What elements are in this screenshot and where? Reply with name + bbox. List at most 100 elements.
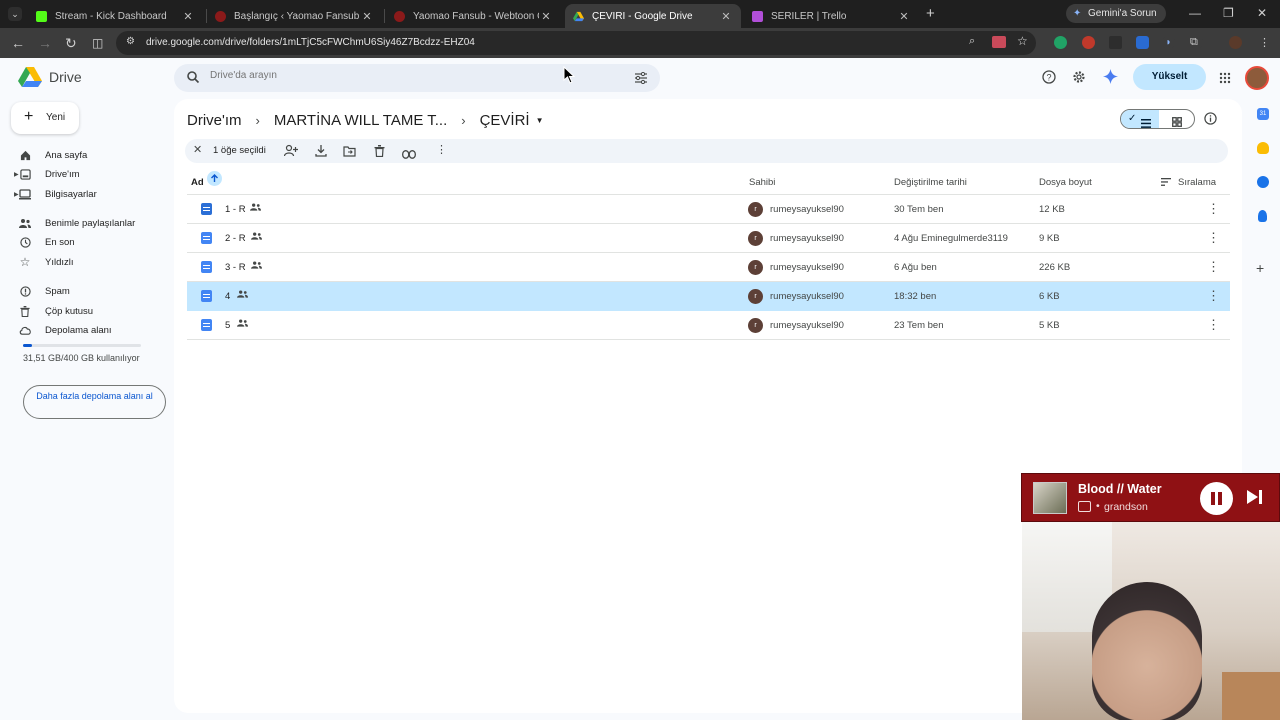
upgrade-button[interactable]: Yükselt [1133,64,1206,90]
list-view-button[interactable]: ✓ [1121,110,1159,128]
reload-icon[interactable]: ↻ [65,35,77,52]
nav-item-home[interactable]: Ana sayfa [17,147,167,163]
drive-logo-icon[interactable] [18,67,42,87]
zoom-icon[interactable]: ⌕ [969,35,975,48]
sort-button[interactable]: Sıralama [1178,177,1216,188]
close-tab-icon[interactable]: ✕ [897,10,911,23]
sort-ascending-arrow-icon[interactable] [207,171,222,186]
profile-avatar-icon[interactable] [1229,36,1242,49]
screen-share-icon[interactable] [992,36,1006,48]
more-actions-icon[interactable]: ⋮ [1207,230,1220,246]
expand-caret-icon[interactable]: ▶ [14,171,19,178]
file-name[interactable]: 5 [225,320,230,331]
column-header-modified[interactable]: Değiştirilme tarihi [894,177,967,188]
pause-button[interactable] [1200,482,1233,515]
nav-item-computers[interactable]: ▶ Bilgisayarlar [14,186,167,202]
drive-logo-text[interactable]: Drive [49,69,82,85]
column-header-size[interactable]: Dosya boyut [1039,177,1092,188]
download-icon[interactable] [315,144,327,162]
site-info-icon[interactable]: ⚙ [126,36,135,47]
folder-dropdown-caret-icon[interactable]: ▼ [536,116,544,125]
file-row[interactable]: 3 - R r rumeysayuksel90 6 Ağu ben 226 KB… [187,253,1230,282]
breadcrumb-current-folder[interactable]: ÇEVİRİ [480,112,530,129]
copy-link-icon[interactable] [402,146,416,164]
breadcrumb-parent-folder[interactable]: MARTİNA WILL TAME T... [274,112,447,129]
shield-extension-icon[interactable] [1136,36,1149,49]
chrome-menu-icon[interactable]: ⋮ [1259,36,1270,49]
column-header-owner[interactable]: Sahibi [749,177,775,188]
gemini-sparkle-icon[interactable] [1103,69,1118,89]
nav-item-recent[interactable]: En son [17,234,167,250]
close-window-icon[interactable]: ✕ [1257,6,1267,20]
sort-options-icon[interactable] [1161,178,1171,189]
close-tab-icon[interactable]: ✕ [539,10,553,23]
grid-view-icon[interactable] [1172,114,1182,128]
file-name[interactable]: 1 - R [225,204,246,215]
close-tab-icon[interactable]: ✕ [181,10,195,23]
file-row[interactable]: 2 - R r rumeysayuksel90 4 Ağu Eminegulme… [187,224,1230,253]
extension-icon[interactable] [1109,36,1122,49]
breadcrumb-my-drive[interactable]: Drive'ım [187,112,242,129]
more-actions-icon[interactable]: ⋮ [1207,317,1220,333]
bookmark-star-icon[interactable]: ☆ [1017,34,1028,48]
account-avatar[interactable] [1245,66,1269,90]
file-row[interactable]: 5 r rumeysayuksel90 23 Tem ben 5 KB ⋮ [187,311,1230,340]
tasks-icon[interactable] [1257,176,1269,188]
search-icon[interactable] [186,70,200,89]
browser-tab-drive[interactable]: ÇEVİRİ - Google Drive ✕ [565,4,741,28]
more-actions-icon[interactable]: ⋮ [1207,288,1220,304]
get-more-storage-button[interactable]: Daha fazla depolama alanı al [23,385,166,419]
column-header-name[interactable]: Ad [191,177,204,188]
google-apps-grid-icon[interactable] [1219,71,1231,89]
search-options-icon[interactable] [634,71,648,89]
nav-item-trash[interactable]: Çöp kutusu [17,303,167,319]
file-name[interactable]: 3 - R [225,262,246,273]
close-tab-icon[interactable]: ✕ [360,10,374,23]
info-icon[interactable] [1204,112,1217,130]
clear-selection-icon[interactable]: ✕ [193,143,202,156]
back-arrow-icon[interactable]: ← [11,35,25,51]
close-tab-icon[interactable]: ✕ [719,10,733,23]
more-actions-icon[interactable]: ⋮ [1207,259,1220,275]
file-row-selected[interactable]: 4 r rumeysayuksel90 18:32 ben 6 KB ⋮ [187,282,1230,311]
file-row[interactable]: 1 - R r rumeysayuksel90 30 Tem ben 12 KB… [187,195,1230,224]
calendar-icon[interactable]: 31 [1257,108,1269,120]
search-bar[interactable] [174,64,660,92]
move-to-folder-icon[interactable] [343,144,356,162]
nav-item-my-drive[interactable]: ▶ Drive'ım [14,166,167,182]
forward-arrow-icon[interactable]: → [38,35,52,51]
nav-item-spam[interactable]: Spam [17,283,167,299]
more-actions-icon[interactable]: ⋮ [1207,201,1220,217]
file-name[interactable]: 2 - R [225,233,246,244]
tab-search-icon[interactable]: ⌄ [8,7,22,21]
trash-icon[interactable] [374,144,385,162]
search-input[interactable] [210,70,590,81]
expand-caret-icon[interactable]: ▶ [14,191,19,198]
extensions-puzzle-icon[interactable]: ⧉ [1190,36,1203,49]
address-bar[interactable]: ⚙ drive.google.com/drive/folders/1mLTjC5… [116,31,1036,55]
browser-tab-trello[interactable]: SERİLER | Trello ✕ [744,4,919,28]
audio-extension-icon[interactable]: ◗ [1162,36,1175,49]
more-actions-icon[interactable]: ⋮ [436,143,447,156]
next-track-icon[interactable] [1246,489,1264,510]
minimize-window-icon[interactable]: — [1189,6,1201,20]
maximize-window-icon[interactable]: ❐ [1223,6,1234,20]
new-tab-plus-icon[interactable]: + [926,5,935,22]
browser-tab-yaomao-webtoon[interactable]: Yaomao Fansub - Webtoon Oku ✕ [386,4,561,28]
nav-item-shared[interactable]: Benimle paylaşılanlar [17,215,167,231]
keep-icon[interactable] [1257,142,1269,154]
nav-item-storage[interactable]: Depolama alanı [17,322,167,338]
settings-gear-icon[interactable] [1072,70,1086,89]
adblock-extension-icon[interactable] [1082,36,1095,49]
share-icon[interactable] [283,144,298,162]
url-text[interactable]: drive.google.com/drive/folders/1mLTjC5cF… [146,37,475,48]
sidebar-toggle-icon[interactable]: ◫ [92,36,103,50]
browser-tab-yaomao-start[interactable]: Başlangıç ‹ Yaomao Fansub — W ✕ [207,4,382,28]
gemini-button[interactable]: ✦ Gemini'a Sorun [1066,4,1166,23]
new-button[interactable]: + Yeni [11,102,79,134]
nav-item-starred[interactable]: ☆ Yıldızlı [17,254,167,270]
add-addon-plus-icon[interactable]: + [1256,260,1264,276]
contacts-icon[interactable] [1258,210,1267,222]
browser-tab-kick[interactable]: Stream - Kick Dashboard ✕ [28,4,203,28]
help-icon[interactable]: ? [1042,70,1056,89]
